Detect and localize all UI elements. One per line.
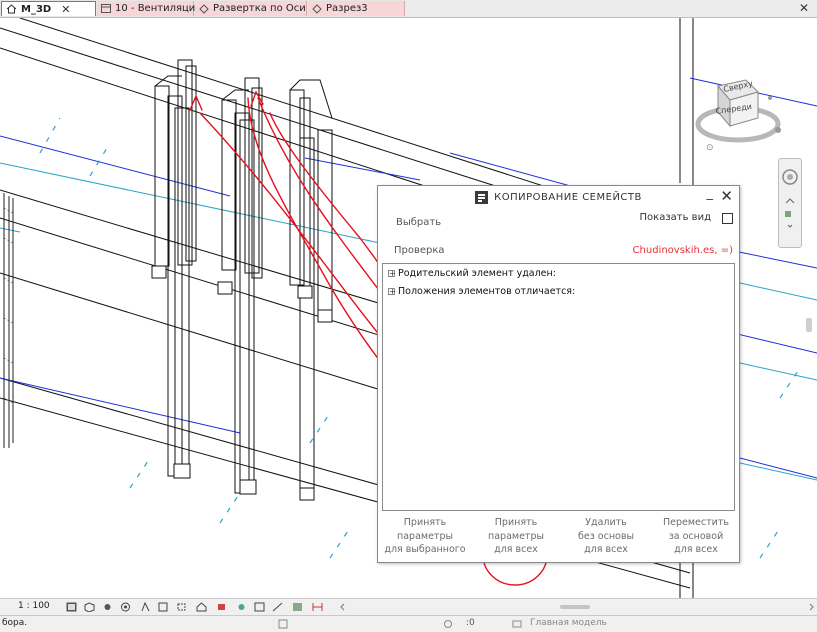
- active-model[interactable]: Главная модель: [530, 618, 607, 628]
- author-link[interactable]: Chudinovskih.es, =): [633, 245, 733, 256]
- tree-item-label: Положения элементов отличается:: [398, 286, 576, 297]
- tab-label: 10 - Вентиляция: [115, 3, 202, 14]
- home-icon: [6, 4, 17, 14]
- detail-level-icon[interactable]: [66, 602, 77, 612]
- worksharing-icon[interactable]: [254, 602, 265, 612]
- tab-elevation[interactable]: Развертка по Оси 1: [195, 1, 315, 16]
- reveal-hidden-icon[interactable]: [236, 602, 247, 612]
- tab-ventilation-plan[interactable]: 10 - Вентиляция: [97, 1, 201, 16]
- show-view-checkbox[interactable]: [722, 213, 733, 224]
- delete-without-host-button[interactable]: Удалить без основы для всех: [563, 516, 649, 558]
- elevation-icon: [199, 3, 209, 14]
- tree-item-positions-differ[interactable]: + Положения элементов отличается:: [388, 286, 575, 297]
- view-tab-bar: М_3D ✕ 10 - Вентиляция Развертка по Оси …: [0, 0, 817, 18]
- close-icon[interactable]: ✕: [61, 2, 70, 17]
- view-scale[interactable]: 1 : 100: [18, 601, 50, 611]
- crop-view-icon[interactable]: [158, 602, 169, 612]
- show-crop-icon[interactable]: [176, 602, 187, 612]
- tab-label: М_3D: [21, 3, 52, 15]
- design-option-icon[interactable]: [512, 619, 522, 629]
- vertical-scroll-thumb[interactable]: [806, 318, 812, 332]
- render-icon[interactable]: [140, 602, 151, 612]
- navigation-bar[interactable]: [778, 158, 802, 248]
- selection-count: :0: [466, 618, 475, 628]
- view-cube[interactable]: Сверху Спереди ⊙: [694, 60, 786, 153]
- copy-families-dialog: КОПИРОВАНИЕ СЕМЕЙСТВ _ ✕ Выбрать Показат…: [377, 185, 740, 563]
- select-label[interactable]: Выбрать: [396, 217, 441, 228]
- view-control-bar: 1 : 100: [0, 598, 817, 615]
- tab-3d-view[interactable]: М_3D ✕: [1, 1, 96, 16]
- check-label[interactable]: Проверка: [394, 245, 445, 256]
- status-bar: бора. :0 Главная модель: [0, 615, 817, 632]
- expand-icon[interactable]: +: [388, 288, 396, 296]
- move-with-host-button[interactable]: Переместить за основой для всех: [653, 516, 739, 558]
- visual-style-icon[interactable]: [84, 602, 95, 612]
- results-tree[interactable]: + Родительский элемент удален: + Положен…: [382, 263, 735, 511]
- tree-item-parent-deleted[interactable]: + Родительский элемент удален:: [388, 268, 556, 279]
- highlight-displacement-icon[interactable]: [292, 602, 303, 612]
- tab-label: Развертка по Оси 1: [213, 3, 316, 14]
- plugin-logo-icon: [475, 190, 489, 204]
- tab-label: Разрез3: [326, 3, 368, 14]
- analytical-model-icon[interactable]: [272, 602, 283, 612]
- close-view-icon[interactable]: ✕: [799, 1, 809, 15]
- workset-icon[interactable]: [278, 619, 288, 629]
- minimize-icon[interactable]: _: [707, 186, 714, 201]
- section-icon: [312, 3, 322, 14]
- show-view-label: Показать вид: [639, 212, 711, 223]
- floor-plan-icon: [101, 4, 111, 13]
- tree-item-label: Родительский элемент удален:: [398, 268, 556, 279]
- temp-hide-icon[interactable]: [216, 602, 227, 612]
- expand-icon[interactable]: +: [388, 270, 396, 278]
- accept-params-selected-button[interactable]: Принять параметры для выбранного: [382, 516, 468, 558]
- shadows-icon[interactable]: [120, 602, 131, 612]
- dialog-title: КОПИРОВАНИЕ СЕМЕЙСТВ: [494, 191, 642, 203]
- accept-params-all-button[interactable]: Принять параметры для всех: [473, 516, 559, 558]
- svg-text:⊙: ⊙: [706, 143, 714, 152]
- horizontal-scrollbar[interactable]: [340, 603, 817, 611]
- editable-only-icon[interactable]: [443, 619, 453, 629]
- sun-path-icon[interactable]: [102, 602, 113, 612]
- status-message: бора.: [2, 618, 28, 628]
- tab-section[interactable]: Разрез3: [308, 1, 405, 16]
- dialog-title-bar: КОПИРОВАНИЕ СЕМЕЙСТВ: [378, 186, 739, 208]
- lock-view-icon[interactable]: [196, 602, 207, 612]
- close-dialog-icon[interactable]: ✕: [720, 187, 733, 205]
- reveal-constraints-icon[interactable]: [312, 602, 323, 612]
